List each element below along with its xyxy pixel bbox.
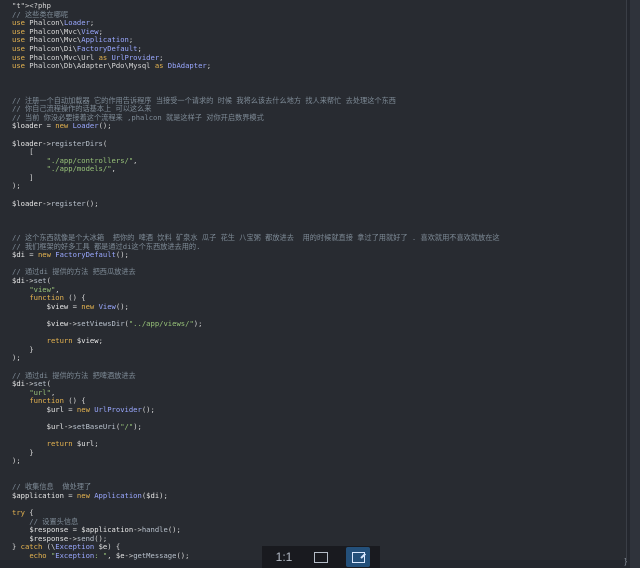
fullscreen-icon	[314, 551, 328, 563]
code-line: ]	[12, 172, 34, 182]
actual-size-label: 1:1	[275, 550, 293, 564]
actual-size-button[interactable]: 1:1	[272, 547, 296, 567]
code-line: return $url;	[46, 439, 99, 449]
code-line: $url->setBaseUri("/");	[46, 422, 142, 432]
code-line: }	[12, 447, 34, 457]
code-line: $di->set(	[12, 276, 51, 285]
code-line: $di = new FactoryDefault();	[12, 250, 129, 260]
code-line: echo "Exception: ", $e->getMessage();	[29, 551, 190, 560]
corner-mark: }	[624, 557, 627, 566]
code-line: // 通过di 提供的方法 把西瓜放进去	[12, 267, 136, 277]
right-gutter	[630, 0, 640, 568]
code-line: );	[12, 181, 21, 191]
code-line: $url = new UrlProvider();	[46, 404, 155, 414]
code-line: return $view;	[46, 336, 103, 346]
image-viewer: "t"><?php// 这些类在哪呢 use Phalcon\Loader; use…	[0, 0, 640, 568]
code-line: );	[12, 456, 21, 466]
code-line: );	[12, 353, 21, 363]
viewer-toolbar: 1:1	[262, 546, 380, 568]
code-panel: "t"><?php// 这些类在哪呢 use Phalcon\Loader; use…	[0, 0, 627, 560]
code-line: $di->set(	[12, 379, 51, 389]
code-line: use Phalcon\Db\Adapter\Pdo\Mysql as DbAd…	[12, 61, 212, 71]
fullscreen-button[interactable]	[309, 547, 333, 567]
code-line: $application = new Application($di);	[12, 490, 168, 500]
code-line: $view = new View();	[46, 301, 129, 311]
code-line: $view->setViewsDir("../app/views/");	[46, 318, 203, 328]
code-line: }	[12, 344, 34, 354]
code-line: // 通过di 提供的方法 把啤酒放进去	[12, 370, 136, 380]
code-line: $loader->register();	[12, 198, 99, 208]
code-line: $loader = new Loader();	[12, 121, 112, 131]
edit-icon	[351, 551, 365, 563]
code-line: "t"><?php	[12, 1, 51, 10]
code-line: $loader->registerDirs(	[12, 138, 108, 148]
code-line: "./app/models/",	[46, 164, 116, 174]
code-line: try {	[12, 508, 34, 518]
edit-button[interactable]	[346, 547, 370, 567]
code-block: "t"><?php// 这些类在哪呢 use Phalcon\Loader; use…	[12, 1, 500, 560]
